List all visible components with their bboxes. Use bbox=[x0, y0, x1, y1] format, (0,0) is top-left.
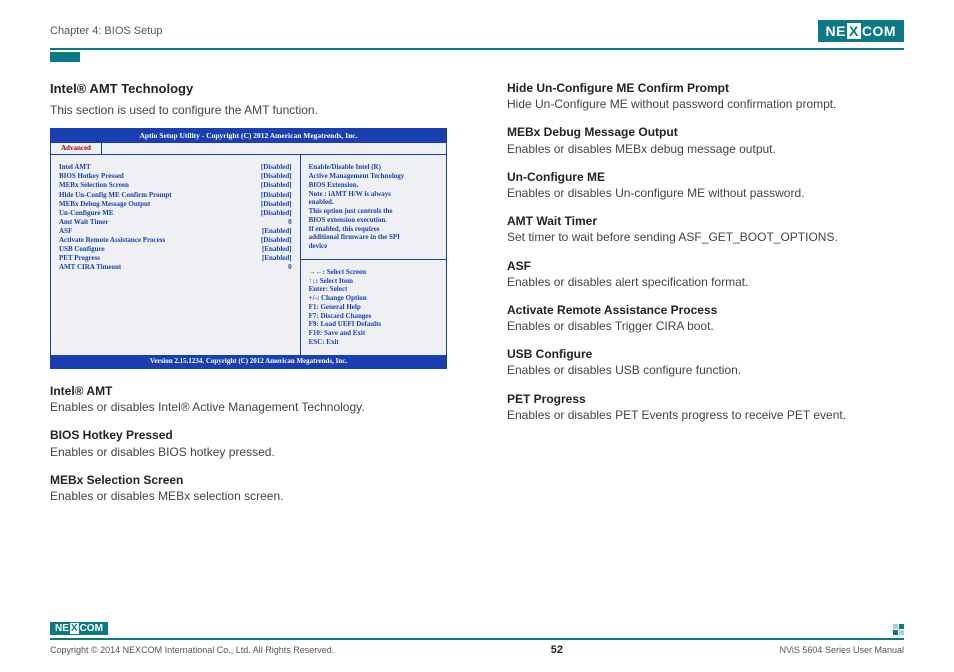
doc-item: MEBx Debug Message OutputEnables or disa… bbox=[507, 124, 904, 156]
doc-item-label: MEBx Debug Message Output bbox=[507, 124, 904, 140]
doc-item: BIOS Hotkey PressedEnables or disables B… bbox=[50, 427, 447, 459]
bios-setting-row: Amt Wait Timer0 bbox=[59, 218, 292, 227]
bios-help-line: enabled. bbox=[309, 198, 438, 207]
bios-setting-row: PET Progress[Enabled] bbox=[59, 254, 292, 263]
bios-key-line: F7: Discard Changes bbox=[309, 312, 438, 321]
doc-item-desc: Hide Un-Configure ME without password co… bbox=[507, 96, 904, 112]
doc-item-desc: Enables or disables alert specification … bbox=[507, 274, 904, 290]
section-intro: This section is used to configure the AM… bbox=[50, 102, 447, 118]
footer-rule bbox=[50, 638, 904, 640]
bios-setting-row: Intel AMT[Disabled] bbox=[59, 163, 292, 172]
right-column: Hide Un-Configure ME Confirm PromptHide … bbox=[507, 80, 904, 516]
bios-settings-panel: Intel AMT[Disabled]BIOS Hotkey Pressed[D… bbox=[51, 155, 301, 354]
bios-tab-row: Advanced bbox=[51, 143, 446, 155]
doc-item-label: BIOS Hotkey Pressed bbox=[50, 427, 447, 443]
bios-key-line: F1: General Help bbox=[309, 303, 438, 312]
header-rule bbox=[50, 48, 904, 50]
doc-item-desc: Enables or disables Un-configure ME with… bbox=[507, 185, 904, 201]
doc-item-label: Intel® AMT bbox=[50, 383, 447, 399]
doc-item: Un-Configure MEEnables or disables Un-co… bbox=[507, 169, 904, 201]
bios-help-line: device bbox=[309, 242, 438, 251]
doc-item-label: USB Configure bbox=[507, 346, 904, 362]
doc-item-label: MEBx Selection Screen bbox=[50, 472, 447, 488]
doc-item-label: PET Progress bbox=[507, 391, 904, 407]
doc-item-label: Activate Remote Assistance Process bbox=[507, 302, 904, 318]
section-title: Intel® AMT Technology bbox=[50, 80, 447, 98]
footer-series: NViS 5604 Series User Manual bbox=[780, 645, 904, 655]
chapter-label: Chapter 4: BIOS Setup bbox=[50, 25, 163, 37]
doc-item-desc: Enables or disables Trigger CIRA boot. bbox=[507, 318, 904, 334]
bios-help-line: Active Management Technology bbox=[309, 172, 438, 181]
bios-setting-row: Hide Un-Config ME Confirm Prompt[Disable… bbox=[59, 191, 292, 200]
bios-tab-advanced: Advanced bbox=[51, 143, 102, 154]
doc-item-desc: Enables or disables USB configure functi… bbox=[507, 362, 904, 378]
page-header: Chapter 4: BIOS Setup NEXCOM bbox=[50, 20, 904, 42]
doc-item-desc: Enables or disables MEBx selection scree… bbox=[50, 488, 447, 504]
bios-setting-row: USB Configure[Enabled] bbox=[59, 245, 292, 254]
bios-help-line: additional firmware in the SPI bbox=[309, 233, 438, 242]
bios-help-line: BIOS extension execution. bbox=[309, 216, 438, 225]
bios-title-bar: Aptio Setup Utility - Copyright (C) 2012… bbox=[51, 129, 446, 143]
bios-setting-row: ASF[Enabled] bbox=[59, 227, 292, 236]
bios-setting-row: MEBx Debug Message Output[Disabled] bbox=[59, 200, 292, 209]
bios-setting-row: AMT CIRA Timeout0 bbox=[59, 263, 292, 272]
bios-key-line: +/-: Change Option bbox=[309, 294, 438, 303]
doc-item: PET ProgressEnables or disables PET Even… bbox=[507, 391, 904, 423]
left-column: Intel® AMT Technology This section is us… bbox=[50, 80, 447, 516]
bios-keys-panel: →←: Select Screen↑↓: Select ItemEnter: S… bbox=[301, 260, 446, 355]
bios-key-line: F10: Save and Exit bbox=[309, 329, 438, 338]
bios-help-panel: Enable/Disable Intel (R)Active Managemen… bbox=[301, 155, 446, 260]
doc-item-desc: Enables or disables MEBx debug message o… bbox=[507, 141, 904, 157]
doc-item-desc: Enables or disables BIOS hotkey pressed. bbox=[50, 444, 447, 460]
doc-item-label: Un-Configure ME bbox=[507, 169, 904, 185]
bios-help-line: Note : iAMT H/W is always bbox=[309, 190, 438, 199]
bios-setting-row: MEBx Selection Screen[Disabled] bbox=[59, 181, 292, 190]
bios-setting-row: Un-Configure ME[Disabled] bbox=[59, 209, 292, 218]
bios-key-line: ↑↓: Select Item bbox=[309, 277, 438, 286]
brand-logo: NEXCOM bbox=[818, 20, 904, 42]
doc-item: Hide Un-Configure ME Confirm PromptHide … bbox=[507, 80, 904, 112]
page-number: 52 bbox=[551, 644, 563, 656]
bios-help-line: BIOS Extension. bbox=[309, 181, 438, 190]
bios-footer-bar: Version 2.15.1234. Copyright (C) 2012 Am… bbox=[51, 355, 446, 368]
doc-item: ASFEnables or disables alert specificati… bbox=[507, 258, 904, 290]
doc-item: AMT Wait TimerSet timer to wait before s… bbox=[507, 213, 904, 245]
doc-item-desc: Enables or disables Intel® Active Manage… bbox=[50, 399, 447, 415]
side-tab-mark bbox=[50, 52, 80, 62]
bios-setting-row: BIOS Hotkey Pressed[Disabled] bbox=[59, 172, 292, 181]
bios-help-line: Enable/Disable Intel (R) bbox=[309, 163, 438, 172]
bios-key-line: ESC: Exit bbox=[309, 338, 438, 347]
doc-item-desc: Enables or disables PET Events progress … bbox=[507, 407, 904, 423]
doc-item: USB ConfigureEnables or disables USB con… bbox=[507, 346, 904, 378]
bios-key-line: →←: Select Screen bbox=[309, 268, 438, 277]
bios-help-line: If enabled, this requires bbox=[309, 225, 438, 234]
bios-key-line: Enter: Select bbox=[309, 285, 438, 294]
bios-setting-row: Activate Remote Assistance Process[Disab… bbox=[59, 236, 292, 245]
doc-item-label: Hide Un-Configure ME Confirm Prompt bbox=[507, 80, 904, 96]
footer-ornament bbox=[893, 624, 904, 635]
footer-copyright: Copyright © 2014 NEXCOM International Co… bbox=[50, 645, 334, 655]
bios-help-line: This option just controls the bbox=[309, 207, 438, 216]
page-footer: NEXCOM Copyright © 2014 NEXCOM Internati… bbox=[50, 622, 904, 656]
bios-key-line: F9: Load UEFI Defaults bbox=[309, 320, 438, 329]
bios-screenshot: Aptio Setup Utility - Copyright (C) 2012… bbox=[50, 128, 447, 369]
doc-item-label: ASF bbox=[507, 258, 904, 274]
doc-item: MEBx Selection ScreenEnables or disables… bbox=[50, 472, 447, 504]
footer-logo: NEXCOM bbox=[50, 622, 108, 635]
doc-item-desc: Set timer to wait before sending ASF_GET… bbox=[507, 229, 904, 245]
doc-item: Activate Remote Assistance ProcessEnable… bbox=[507, 302, 904, 334]
doc-item: Intel® AMTEnables or disables Intel® Act… bbox=[50, 383, 447, 415]
doc-item-label: AMT Wait Timer bbox=[507, 213, 904, 229]
